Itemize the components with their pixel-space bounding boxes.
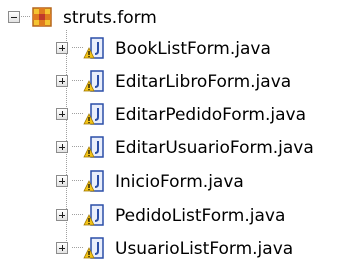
package-explorer-tree: struts.form BookListForm.java EditarLibr… (0, 0, 350, 261)
file-label: PedidoListForm.java (115, 206, 286, 226)
tree-item-package[interactable]: struts.form (0, 2, 220, 32)
java-file-warning-icon (83, 136, 104, 158)
expand-toggle-icon[interactable] (56, 209, 68, 221)
file-label: UsuarioListForm.java (115, 239, 294, 259)
java-file-warning-icon (83, 237, 104, 259)
java-file-warning-icon (83, 70, 104, 92)
tree-item-file[interactable]: EditarLibroForm.java (0, 66, 350, 96)
java-file-warning-icon (83, 170, 104, 192)
java-file-warning-icon (83, 37, 104, 59)
tree-item-file[interactable]: BookListForm.java (0, 33, 350, 63)
file-label: InicioForm.java (115, 172, 244, 192)
tree-item-file[interactable]: EditarPedidoForm.java (0, 99, 350, 129)
java-file-warning-icon (83, 103, 104, 125)
expand-toggle-icon[interactable] (56, 141, 68, 153)
expand-toggle-icon[interactable] (56, 42, 68, 54)
tree-item-file[interactable]: EditarUsuarioForm.java (0, 132, 350, 162)
expand-toggle-icon[interactable] (56, 175, 68, 187)
package-icon (32, 7, 52, 27)
package-label: struts.form (63, 8, 157, 28)
expand-toggle-icon[interactable] (56, 75, 68, 87)
java-file-warning-icon (83, 204, 104, 226)
tree-item-file[interactable]: UsuarioListForm.java (0, 233, 350, 263)
file-label: EditarLibroForm.java (115, 72, 292, 92)
collapse-toggle-icon[interactable] (8, 11, 20, 23)
file-label: EditarPedidoForm.java (115, 105, 306, 125)
file-label: BookListForm.java (115, 39, 271, 59)
expand-toggle-icon[interactable] (56, 108, 68, 120)
file-label: EditarUsuarioForm.java (115, 138, 314, 158)
tree-item-file[interactable]: PedidoListForm.java (0, 200, 350, 230)
tree-item-file[interactable]: InicioForm.java (0, 166, 350, 196)
expand-toggle-icon[interactable] (56, 242, 68, 254)
